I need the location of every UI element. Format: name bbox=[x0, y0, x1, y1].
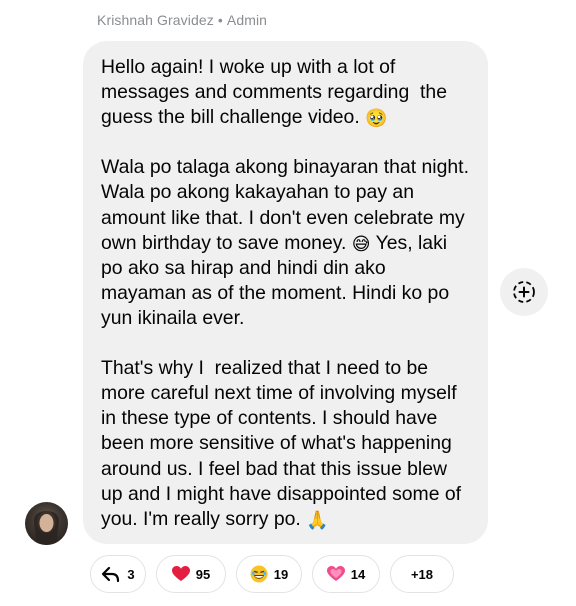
chat-thread: Krishnah Gravidez • Admin Hello again! I w… bbox=[0, 0, 576, 606]
heart-count: 95 bbox=[195, 566, 211, 582]
message-paragraph: That's why I realized that I need to be … bbox=[101, 356, 470, 532]
add-reaction-button[interactable] bbox=[500, 268, 548, 316]
add-emoji-icon bbox=[513, 281, 535, 303]
reply-count: 3 bbox=[127, 566, 135, 582]
heart-reaction-button[interactable]: 95 bbox=[156, 555, 226, 593]
laugh-count: 19 bbox=[273, 566, 289, 582]
laugh-emoji-icon bbox=[250, 565, 268, 583]
pink-heart-reaction-button[interactable]: 14 bbox=[312, 555, 380, 593]
profile-photo bbox=[34, 511, 59, 545]
separator-dot: • bbox=[217, 12, 223, 28]
more-reactions-count: +18 bbox=[410, 566, 434, 582]
message-bubble[interactable]: Hello again! I woke up with a lot of mes… bbox=[83, 41, 488, 544]
folded-hands-emoji-icon: 🙏 bbox=[306, 509, 329, 530]
reaction-bar: 3 95 19 14 +18 bbox=[90, 555, 454, 593]
paragraph-text: That's why I realized that I need to be … bbox=[101, 357, 467, 530]
author-name[interactable]: Krishnah Gravidez bbox=[97, 12, 214, 28]
reply-arrow-icon bbox=[101, 565, 121, 583]
heart-icon bbox=[171, 566, 190, 582]
reply-button[interactable]: 3 bbox=[90, 555, 146, 593]
pleading-face-emoji-icon: 🥹 bbox=[365, 108, 388, 129]
avatar[interactable] bbox=[25, 502, 68, 545]
message-paragraph: Hello again! I woke up with a lot of mes… bbox=[101, 55, 470, 130]
pink-heart-icon bbox=[326, 566, 345, 582]
laugh-reaction-button[interactable]: 19 bbox=[236, 555, 302, 593]
more-reactions-button[interactable]: +18 bbox=[390, 555, 454, 593]
sweat-smile-emoji-icon: 😅 bbox=[351, 233, 371, 254]
role-badge: Admin bbox=[226, 12, 268, 28]
sender-line: Krishnah Gravidez • Admin bbox=[97, 12, 267, 28]
pink-heart-count: 14 bbox=[350, 566, 366, 582]
paragraph-text: Hello again! I woke up with a lot of mes… bbox=[101, 56, 453, 129]
message-paragraph: Wala po talaga akong binayaran that nigh… bbox=[101, 155, 470, 331]
